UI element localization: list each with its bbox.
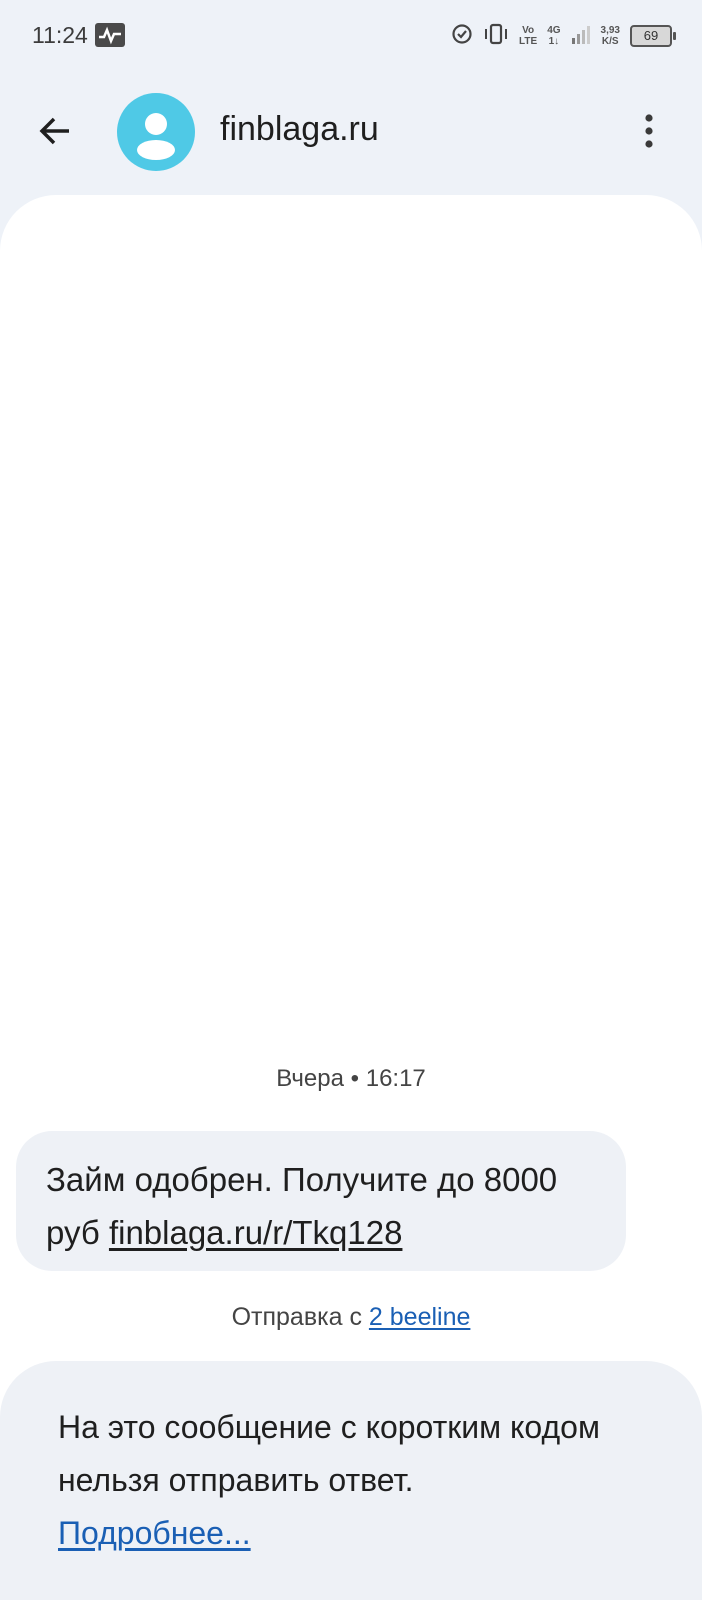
contact-name[interactable]: finblaga.ru [220,110,379,149]
network-bottom: 1↓ [548,36,560,47]
sent-via: Отправка с 2 beeline [0,1303,702,1332]
dnd-icon [451,23,473,50]
network-type: 4G 1↓ [547,25,560,47]
no-reply-notice: На это сообщение с коротким кодом нельзя… [0,1361,702,1600]
volte-bottom: LTE [519,36,538,47]
vibrate-icon [483,23,509,50]
more-vert-icon[interactable] [634,106,664,156]
battery-icon: 69 [630,25,676,47]
status-time: 11:24 [32,22,88,48]
contact-avatar-icon[interactable] [117,93,195,171]
status-bar: 11:24 Vo LTE 4G 1↓ 3,93 K/S 69 [0,0,702,70]
speed-bottom: K/S [601,36,619,47]
learn-more-link[interactable]: Подробнее... [58,1507,644,1560]
network-top: 4G [547,25,561,36]
message-bubble[interactable]: Займ одобрен. Получите до 8000 руб finbl… [16,1131,626,1271]
message-timestamp: Вчера • 16:17 [276,1065,426,1092]
activity-icon [95,23,125,47]
volte-top: Vo [522,25,535,36]
net-speed: 3,93 K/S [601,25,620,47]
volte-indicator: Vo LTE [519,25,537,47]
sent-via-label: Отправка с [231,1303,362,1331]
message-link[interactable]: finblaga.ru/r/Tkq128 [109,1214,403,1251]
app-bar: finblaga.ru [0,80,702,190]
speed-top: 3,93 [600,25,620,36]
back-arrow-icon[interactable] [30,106,80,156]
signal-icon [571,23,591,50]
notice-text: На это сообщение с коротким кодом нельзя… [58,1409,600,1498]
status-icons: Vo LTE 4G 1↓ 3,93 K/S 69 [451,20,676,52]
sim-link[interactable]: 2 beeline [369,1303,470,1331]
